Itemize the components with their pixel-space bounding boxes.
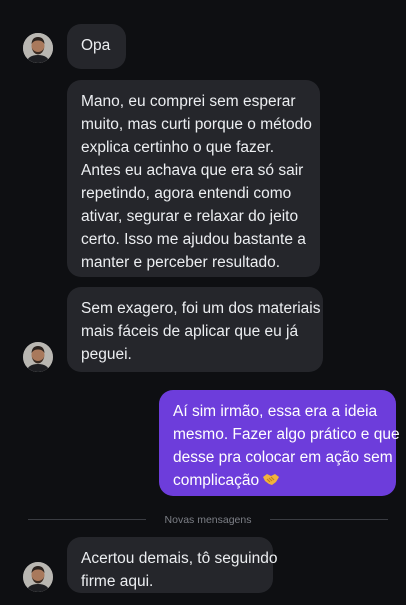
message-text: peguei. [81, 346, 132, 363]
message-text: complicação [173, 472, 260, 489]
message-text: Antes eu achava que era só sair [81, 162, 304, 179]
message-text: Aí sim irmão, essa era a ideia [173, 403, 378, 420]
message-text: ativar, segurar e relaxar do jeito [81, 208, 299, 225]
message-bubble[interactable]: Sem exagero, foi um dos materiais mais f… [67, 287, 323, 372]
new-messages-divider: Novas mensagens [28, 513, 388, 527]
message-bubble[interactable]: Mano, eu comprei sem esperar muito, mas … [67, 80, 320, 277]
message-text: Acertou demais, tô seguindo [81, 550, 278, 567]
message-text: firme aqui. [81, 573, 154, 590]
outgoing-message-bubble[interactable]: Aí sim irmão, essa era a ideia mesmo. Fa… [159, 390, 400, 496]
person-icon [23, 562, 53, 592]
handshake-icon [263, 474, 280, 485]
message-text: Opa [81, 37, 111, 54]
person-icon [23, 342, 53, 372]
message-text-last-line: complicação [173, 469, 382, 492]
message-text: manter e perceber resultado. [81, 254, 281, 271]
message-text: desse pra colocar em ação sem [173, 449, 393, 466]
divider-line [270, 519, 388, 520]
contact-avatar[interactable] [23, 342, 53, 372]
message-bubble[interactable]: Opa [67, 24, 126, 69]
message-text: repetindo, agora entendi como [81, 185, 292, 202]
chat-thread: Opa Mano, eu comprei sem esperar muito, … [0, 0, 406, 605]
contact-avatar[interactable] [23, 562, 53, 592]
person-icon [23, 33, 53, 63]
message-text: Mano, eu comprei sem esperar [81, 93, 296, 110]
message-text: mais fáceis de aplicar que eu já [81, 323, 299, 340]
message-text: explica certinho o que fazer. [81, 139, 275, 156]
contact-avatar[interactable] [23, 33, 53, 63]
message-bubble[interactable]: Acertou demais, tô seguindo firme aqui. [67, 537, 278, 593]
message-text: certo. Isso me ajudou bastante a [81, 231, 306, 248]
message-text: mesmo. Fazer algo prático e que [173, 426, 400, 443]
divider-label: Novas mensagens [164, 514, 252, 526]
message-text: muito, mas curti porque o método [81, 116, 312, 133]
message-text: Sem exagero, foi um dos materiais [81, 300, 321, 317]
